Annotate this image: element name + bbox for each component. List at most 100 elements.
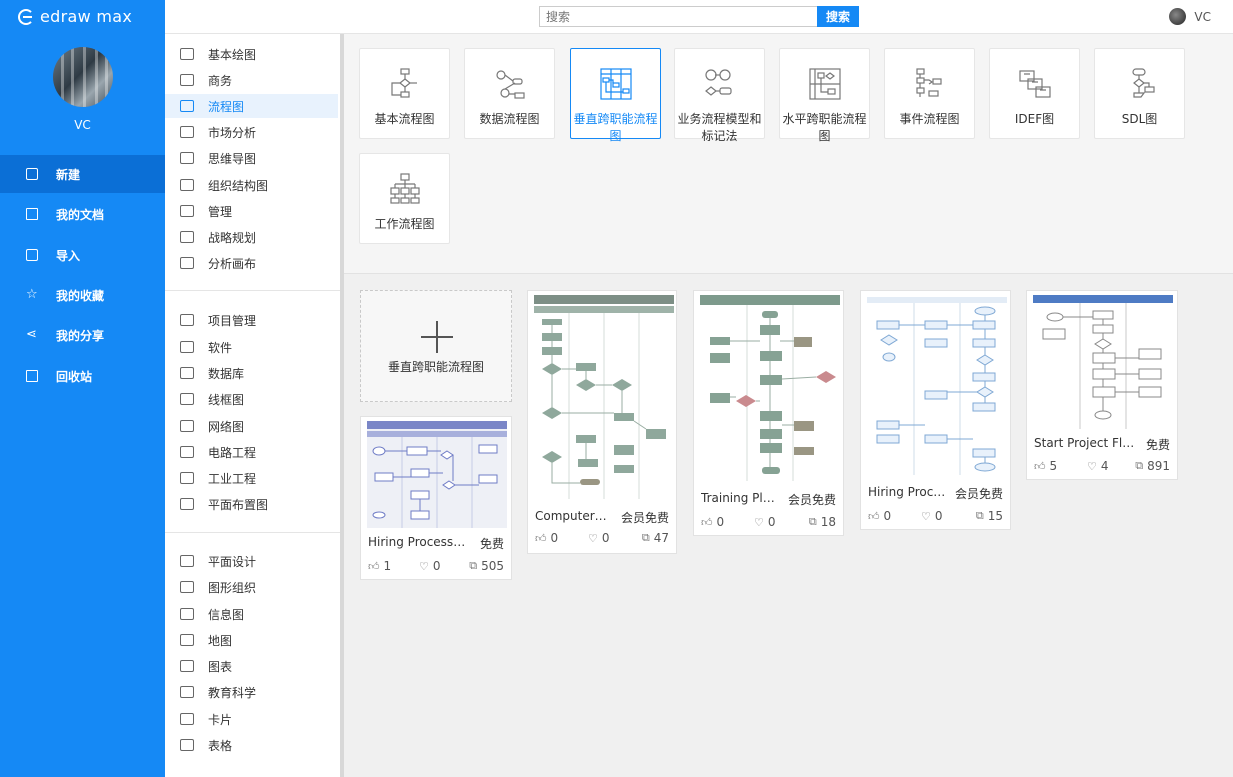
nav-item-shares[interactable]: ⋖ 我的分享	[0, 316, 165, 354]
nav-item-favorites[interactable]: ☆ 我的收藏	[0, 276, 165, 314]
category-item[interactable]: 商务	[165, 68, 338, 92]
category-item[interactable]: 基本绘图	[165, 42, 338, 66]
type-card-sdl[interactable]: SDL图	[1094, 48, 1185, 139]
category-item[interactable]: 软件	[165, 335, 338, 359]
search-button[interactable]: 搜索	[817, 6, 859, 27]
category-item[interactable]: 图表	[165, 654, 338, 678]
category-icon	[180, 341, 194, 353]
copy-count[interactable]: ⧉ 15	[976, 509, 1003, 523]
category-icon	[180, 498, 194, 510]
category-label: 教育科学	[208, 685, 257, 700]
favorite-count-value: 0	[767, 515, 776, 529]
category-item[interactable]: 表格	[165, 733, 338, 757]
workflow-icon	[390, 173, 420, 204]
category-label: 信息图	[208, 607, 245, 622]
avatar[interactable]	[53, 47, 113, 107]
copy-count[interactable]: ⧉ 891	[1135, 459, 1170, 473]
search-input[interactable]	[539, 6, 817, 27]
type-card-horizontal-cross-functional[interactable]: 水平跨职能流程图	[779, 48, 870, 143]
category-label: 地图	[208, 633, 233, 648]
type-card-vertical-cross-functional[interactable]: 垂直跨职能流程图	[570, 48, 661, 143]
type-card-label: 工作流程图	[374, 217, 435, 231]
copy-count-value: 18	[820, 515, 836, 529]
category-item[interactable]: 工业工程	[165, 466, 338, 490]
plus-icon	[421, 321, 453, 353]
category-item-flowchart[interactable]: 流程图	[165, 94, 338, 118]
category-label: 战略规划	[208, 230, 257, 245]
thumbs-up-icon: 👍︎	[701, 515, 713, 529]
user-menu[interactable]: VC	[1169, 8, 1211, 25]
nav-item-new[interactable]: 新建	[0, 155, 165, 193]
like-count[interactable]: 👍︎ 1	[368, 559, 391, 573]
template-card[interactable]: Training Pla... 会员免费 👍︎ 0 ♡ 0 ⧉ 18	[693, 290, 844, 536]
favorite-count[interactable]: ♡ 4	[1087, 459, 1109, 473]
category-item[interactable]: 图形组织	[165, 575, 338, 599]
category-icon	[180, 634, 194, 646]
template-card[interactable]: Computer ... 会员免费 👍︎ 0 ♡ 0 ⧉ 47	[527, 290, 677, 554]
template-price: 会员免费	[954, 487, 1003, 501]
template-card[interactable]: Start Project Flo... 免费 👍︎ 5 ♡ 4 ⧉ 891	[1026, 290, 1178, 480]
new-card-label: 垂直跨职能流程图	[387, 360, 484, 374]
like-count[interactable]: 👍︎ 0	[535, 531, 558, 545]
category-icon	[180, 393, 194, 405]
copy-count[interactable]: ⧉ 505	[469, 559, 504, 573]
category-item[interactable]: 组织结构图	[165, 173, 338, 197]
type-card-data-flowchart[interactable]: 数据流程图	[464, 48, 555, 139]
category-item[interactable]: 线框图	[165, 387, 338, 411]
like-count[interactable]: 👍︎ 0	[868, 509, 891, 523]
category-item[interactable]: 电路工程	[165, 440, 338, 464]
category-item[interactable]: 市场分析	[165, 120, 338, 144]
category-item[interactable]: 分析画布	[165, 251, 338, 275]
copy-count-value: 505	[481, 559, 504, 573]
type-card-idef[interactable]: IDEF图	[989, 48, 1080, 139]
like-count[interactable]: 👍︎ 5	[1034, 459, 1057, 473]
nav-item-trash[interactable]: 回收站	[0, 357, 165, 395]
import-icon	[26, 249, 38, 261]
template-card[interactable]: Hiring Proce... 会员免费 👍︎ 0 ♡ 0 ⧉ 15	[860, 290, 1011, 530]
category-item[interactable]: 项目管理	[165, 308, 338, 332]
copy-count[interactable]: ⧉ 47	[642, 531, 669, 545]
category-label: 图表	[208, 659, 233, 674]
category-item[interactable]: 数据库	[165, 361, 338, 385]
favorite-count[interactable]: ♡ 0	[419, 559, 441, 573]
category-item[interactable]: 思维导图	[165, 146, 338, 170]
favorite-count[interactable]: ♡ 0	[588, 531, 610, 545]
user-name-top: VC	[1194, 9, 1211, 24]
horizontal-swimlane-icon	[809, 68, 841, 100]
category-label: 平面布置图	[208, 497, 269, 512]
heart-icon: ♡	[588, 531, 598, 545]
category-item[interactable]: 卡片	[165, 707, 338, 731]
nav-item-label: 回收站	[56, 369, 93, 384]
like-count-value: 1	[383, 559, 392, 573]
copy-count[interactable]: ⧉ 18	[809, 515, 836, 529]
category-item[interactable]: 平面布置图	[165, 492, 338, 516]
thumbs-up-icon: 👍︎	[535, 531, 547, 545]
category-item[interactable]: 信息图	[165, 602, 338, 626]
like-count[interactable]: 👍︎ 0	[701, 515, 724, 529]
category-icon	[180, 446, 194, 458]
nav-item-my-documents[interactable]: 我的文档	[0, 195, 165, 233]
favorite-count[interactable]: ♡ 0	[921, 509, 943, 523]
template-price: 会员免费	[787, 493, 836, 507]
category-icon	[180, 739, 194, 751]
type-card-event-flowchart[interactable]: 事件流程图	[884, 48, 975, 139]
nav-item-import[interactable]: 导入	[0, 236, 165, 274]
type-card-label: 事件流程图	[899, 112, 960, 126]
template-card[interactable]: Hiring Process Fl... 免费 👍︎ 1 ♡ 0 ⧉ 505	[360, 416, 512, 580]
copy-count-value: 47	[653, 531, 669, 545]
category-item[interactable]: 战略规划	[165, 225, 338, 249]
new-blank-diagram-card[interactable]: 垂直跨职能流程图	[360, 290, 512, 402]
category-item[interactable]: 教育科学	[165, 680, 338, 704]
category-icon	[180, 420, 194, 432]
type-card-basic-flowchart[interactable]: 基本流程图	[359, 48, 450, 139]
template-name: Training Pla...	[701, 491, 781, 505]
type-card-workflow[interactable]: 工作流程图	[359, 153, 450, 244]
category-item[interactable]: 管理	[165, 199, 338, 223]
category-label: 卡片	[208, 712, 233, 727]
category-item[interactable]: 地图	[165, 628, 338, 652]
type-card-bpmn[interactable]: 业务流程模型和 标记法	[674, 48, 765, 143]
category-item[interactable]: 平面设计	[165, 549, 338, 573]
category-item[interactable]: 网络图	[165, 414, 338, 438]
share-icon: ⋖	[26, 327, 37, 342]
favorite-count[interactable]: ♡ 0	[754, 515, 776, 529]
